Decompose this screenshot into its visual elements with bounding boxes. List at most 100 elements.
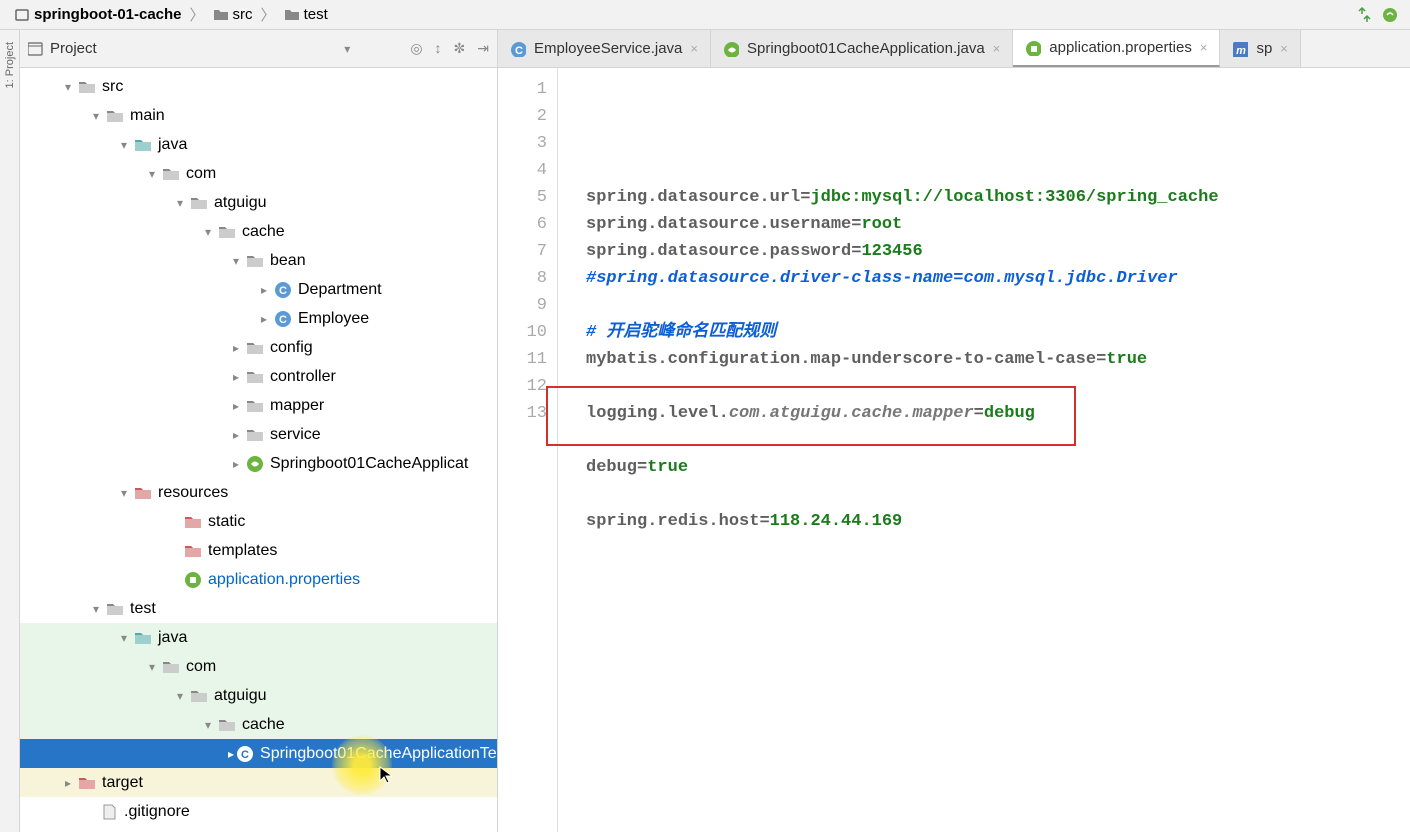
- code-line[interactable]: [586, 373, 1410, 400]
- tree-item[interactable]: ▸CSpringboot01CacheApplicationTests: [20, 739, 497, 768]
- chevron-right-icon[interactable]: ▸: [228, 398, 244, 414]
- code-line[interactable]: logging.level.com.atguigu.cache.mapper=d…: [586, 400, 1410, 427]
- code-line[interactable]: mybatis.configuration.map-underscore-to-…: [586, 346, 1410, 373]
- close-icon[interactable]: ×: [1280, 41, 1288, 56]
- code-line[interactable]: [586, 292, 1410, 319]
- breadcrumb-item-project[interactable]: springboot-01-cache: [8, 4, 188, 25]
- tree-item[interactable]: ▾com: [20, 652, 497, 681]
- chevron-down-icon[interactable]: ▾: [228, 253, 244, 269]
- tree-item[interactable]: ▾resources: [20, 478, 497, 507]
- gear-icon[interactable]: ✼: [454, 40, 466, 57]
- close-icon[interactable]: ×: [1200, 40, 1208, 55]
- chevron-down-icon[interactable]: ▾: [172, 195, 188, 211]
- project-tree[interactable]: ▾src▾main▾java▾com▾atguigu▾cache▾bean▸CD…: [20, 68, 497, 832]
- side-tool-tabs: 1: Project: [0, 30, 20, 832]
- chevron-right-icon[interactable]: ▸: [228, 427, 244, 443]
- code-line[interactable]: #spring.datasource.driver-class-name=com…: [586, 265, 1410, 292]
- code-line[interactable]: spring.datasource.url=jdbc:mysql://local…: [586, 184, 1410, 211]
- code-line[interactable]: spring.datasource.username=root: [586, 211, 1410, 238]
- editor-content[interactable]: spring.datasource.url=jdbc:mysql://local…: [558, 68, 1410, 832]
- chevron-down-icon[interactable]: ▾: [88, 601, 104, 617]
- chevron-down-icon[interactable]: ▾: [172, 688, 188, 704]
- chevron-down-icon[interactable]: ▾: [200, 717, 216, 733]
- project-icon: [14, 7, 30, 23]
- chevron-down-icon[interactable]: ▾: [116, 137, 132, 153]
- chevron-down-icon[interactable]: ▾: [60, 79, 76, 95]
- side-tab-project[interactable]: 1: Project: [2, 34, 18, 96]
- tree-item[interactable]: ▾atguigu: [20, 188, 497, 217]
- tree-item-label: Springboot01CacheApplicationTests: [260, 745, 497, 763]
- tree-item[interactable]: static: [20, 507, 497, 536]
- editor-tab[interactable]: CEmployeeService.java×: [498, 30, 711, 67]
- hide-icon[interactable]: ⇥: [477, 40, 489, 57]
- target-icon[interactable]: ◎: [410, 40, 422, 57]
- code-line[interactable]: spring.redis.host=118.24.44.169: [586, 508, 1410, 535]
- breadcrumb-item-test[interactable]: test: [278, 4, 334, 25]
- dropdown-icon[interactable]: ▾: [344, 42, 350, 56]
- folder-icon: [284, 7, 300, 23]
- tree-item[interactable]: ▾ cache: [20, 217, 497, 246]
- chevron-down-icon[interactable]: ▾: [144, 166, 160, 182]
- tree-item[interactable]: ▸mapper: [20, 391, 497, 420]
- tree-item[interactable]: templates: [20, 536, 497, 565]
- tree-item[interactable]: ▾atguigu: [20, 681, 497, 710]
- chevron-down-icon[interactable]: ▾: [116, 630, 132, 646]
- tree-item[interactable]: ▸controller: [20, 362, 497, 391]
- tree-item[interactable]: ▸Springboot01CacheApplicat: [20, 449, 497, 478]
- tree-item[interactable]: ▾src: [20, 72, 497, 101]
- tree-item[interactable]: ▸CEmployee: [20, 304, 497, 333]
- chevron-down-icon[interactable]: ▾: [88, 108, 104, 124]
- tree-item[interactable]: ▾ test: [20, 594, 497, 623]
- tree-item[interactable]: ▸service: [20, 420, 497, 449]
- code-line[interactable]: [586, 481, 1410, 508]
- tab-label: EmployeeService.java: [534, 40, 682, 57]
- folder-icon: [162, 165, 180, 183]
- code-line[interactable]: spring.datasource.password=123456: [586, 238, 1410, 265]
- tree-item[interactable]: ▾java: [20, 623, 497, 652]
- spring-icon[interactable]: [1378, 3, 1402, 27]
- svg-text:C: C: [279, 314, 287, 326]
- tree-item[interactable]: ▾bean: [20, 246, 497, 275]
- tree-item[interactable]: ▾com: [20, 159, 497, 188]
- tree-item[interactable]: ▸CDepartment: [20, 275, 497, 304]
- chevron-right-icon[interactable]: ▸: [60, 775, 76, 791]
- spring-properties-icon: [184, 571, 202, 589]
- chevron-down-icon[interactable]: ▾: [144, 659, 160, 675]
- chevron-right-icon[interactable]: ▸: [256, 311, 272, 327]
- breadcrumb-item-src[interactable]: src: [207, 4, 259, 25]
- update-icon[interactable]: [1350, 3, 1374, 27]
- spring-icon: [246, 455, 264, 473]
- tree-item[interactable]: ▾cache: [20, 710, 497, 739]
- chevron-down-icon[interactable]: ▾: [200, 224, 216, 240]
- close-icon[interactable]: ×: [690, 41, 698, 56]
- folder-icon: [246, 426, 264, 444]
- chevron-right-icon[interactable]: ▸: [228, 746, 234, 762]
- folder-icon: [218, 716, 236, 734]
- tree-item[interactable]: ▸target: [20, 768, 497, 797]
- folder-icon: [78, 774, 96, 792]
- editor-tab[interactable]: Springboot01CacheApplication.java×: [711, 30, 1013, 67]
- tree-item[interactable]: application.properties: [20, 565, 497, 594]
- class-icon: C: [274, 281, 292, 299]
- tree-item-label: cache: [242, 223, 285, 241]
- folder-icon: [106, 107, 124, 125]
- tree-item[interactable]: ▾main: [20, 101, 497, 130]
- tree-item-label: test: [130, 600, 156, 618]
- tree-item[interactable]: ▾java: [20, 130, 497, 159]
- code-line[interactable]: debug=true: [586, 454, 1410, 481]
- chevron-down-icon[interactable]: ▾: [116, 485, 132, 501]
- editor-tab[interactable]: msp×: [1220, 30, 1300, 67]
- chevron-right-icon[interactable]: ▸: [228, 456, 244, 472]
- code-line[interactable]: [586, 427, 1410, 454]
- tree-item[interactable]: .gitignore: [20, 797, 497, 826]
- chevron-right-icon[interactable]: ▸: [256, 282, 272, 298]
- folder-icon: [78, 78, 96, 96]
- collapse-icon[interactable]: ↕: [435, 40, 442, 57]
- close-icon[interactable]: ×: [993, 41, 1001, 56]
- tree-item[interactable]: ▸config: [20, 333, 497, 362]
- code-line[interactable]: # 开启驼峰命名匹配规则: [586, 319, 1410, 346]
- editor-tab[interactable]: application.properties×: [1013, 30, 1220, 67]
- folder-icon: [246, 368, 264, 386]
- chevron-right-icon[interactable]: ▸: [228, 340, 244, 356]
- chevron-right-icon[interactable]: ▸: [228, 369, 244, 385]
